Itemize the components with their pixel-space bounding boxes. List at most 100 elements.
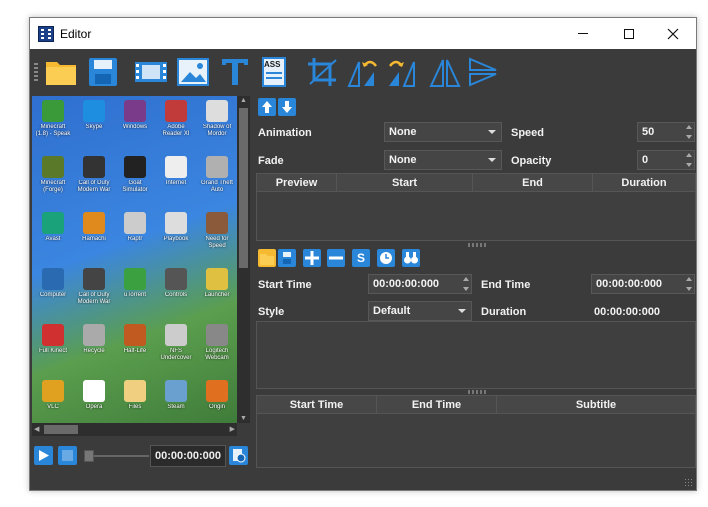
desktop-shortcut[interactable]: Skype <box>76 100 112 146</box>
shortcut-icon <box>206 324 228 346</box>
desktop-shortcut[interactable]: Goat Simulator <box>117 156 153 202</box>
seek-slider-handle[interactable] <box>84 450 94 462</box>
video-preview[interactable]: Minecraft (1.8) - Speak Skype Windows Adobe… <box>32 96 237 423</box>
desktop-shortcut[interactable]: Adobe Reader XI <box>158 100 194 146</box>
column-subtitle[interactable]: Subtitle <box>497 396 695 413</box>
toolbar-grip[interactable] <box>34 63 38 81</box>
preview-vertical-thumb[interactable] <box>239 108 248 268</box>
scroll-up-icon[interactable]: ▲ <box>240 97 247 104</box>
seek-slider[interactable] <box>94 455 149 457</box>
play-button[interactable] <box>34 446 53 465</box>
ass-subtitle-icon[interactable]: ASS <box>260 56 290 88</box>
desktop-shortcut[interactable]: Internet <box>158 156 194 202</box>
desktop-shortcut[interactable]: Opera <box>76 380 112 423</box>
speed-spinbox[interactable]: 50 <box>637 122 695 142</box>
shortcut-label: Steam <box>167 404 185 410</box>
scroll-left-icon[interactable]: ◀ <box>34 425 39 433</box>
desktop-shortcut[interactable]: Computer <box>35 268 71 314</box>
column-start-time[interactable]: Start Time <box>257 396 377 413</box>
film-icon[interactable] <box>134 56 168 88</box>
desktop-shortcut[interactable]: uTorrent <box>117 268 153 314</box>
find-subtitle-button[interactable] <box>402 249 420 267</box>
desktop-shortcut[interactable]: Call of Duty Modern War <box>76 268 112 314</box>
splitter-handle[interactable] <box>468 390 486 394</box>
close-button[interactable] <box>650 18 696 49</box>
desktop-shortcut[interactable]: Grand Theft Auto <box>199 156 235 202</box>
column-duration[interactable]: Duration <box>593 174 695 191</box>
crop-icon[interactable] <box>306 56 340 88</box>
flip-horizontal-icon[interactable] <box>428 56 462 88</box>
desktop-shortcut[interactable]: Hamachi <box>76 212 112 258</box>
spin-down-icon[interactable] <box>686 287 692 291</box>
flip-vertical-icon[interactable] <box>466 56 500 88</box>
desktop-shortcut[interactable]: Half-Life <box>117 324 153 370</box>
start-time-input[interactable]: 00:00:00:000 <box>368 274 472 294</box>
scroll-down-icon[interactable]: ▼ <box>240 415 247 422</box>
fade-select[interactable]: None <box>384 150 502 170</box>
spin-down-icon[interactable] <box>686 163 692 167</box>
preview-vertical-scrollbar[interactable]: ▲ ▼ <box>237 96 250 423</box>
desktop-shortcut[interactable]: Recycle <box>76 324 112 370</box>
desktop-shortcut[interactable]: Origin <box>199 380 235 423</box>
spin-down-icon[interactable] <box>463 287 469 291</box>
preview-horizontal-thumb[interactable] <box>44 425 78 434</box>
save-icon[interactable] <box>86 56 120 88</box>
shortcut-label: Skype <box>85 124 103 130</box>
desktop-shortcut[interactable]: Avast <box>35 212 71 258</box>
spin-up-icon[interactable] <box>686 277 692 281</box>
desktop-shortcut[interactable]: Windows <box>117 100 153 146</box>
timestamp-button[interactable] <box>229 446 248 465</box>
sync-time-button[interactable] <box>377 249 395 267</box>
spin-up-icon[interactable] <box>686 125 692 129</box>
spin-up-icon[interactable] <box>686 153 692 157</box>
desktop-shortcut[interactable]: Full Kinect <box>35 324 71 370</box>
desktop-shortcut[interactable]: Controls <box>158 268 194 314</box>
stop-button[interactable] <box>58 446 77 465</box>
column-preview[interactable]: Preview <box>257 174 337 191</box>
desktop-shortcut[interactable]: Call of Duty Modern War <box>76 156 112 202</box>
rotate-left-icon[interactable] <box>346 56 380 88</box>
desktop-shortcut[interactable]: Need for Speed <box>199 212 235 258</box>
desktop-shortcut[interactable]: Steam <box>158 380 194 423</box>
desktop-shortcut[interactable]: Launcher <box>199 268 235 314</box>
spin-up-icon[interactable] <box>463 277 469 281</box>
end-time-input[interactable]: 00:00:00:000 <box>591 274 695 294</box>
desktop-shortcut[interactable]: Files <box>117 380 153 423</box>
image-icon[interactable] <box>176 56 210 88</box>
text-icon[interactable] <box>218 56 252 88</box>
remove-subtitle-button[interactable] <box>327 249 345 267</box>
desktop-shortcut[interactable]: Minecraft (1.8) - Speak <box>35 100 71 146</box>
column-end[interactable]: End <box>473 174 593 191</box>
desktop-shortcut[interactable]: Raptr <box>117 212 153 258</box>
desktop-shortcut[interactable]: Playbook <box>158 212 194 258</box>
subtitle-text-area[interactable] <box>256 321 696 389</box>
maximize-button[interactable] <box>606 18 652 49</box>
add-subtitle-button[interactable] <box>303 249 321 267</box>
preview-horizontal-scrollbar[interactable]: ◀ ▶ <box>32 423 237 436</box>
rotate-right-icon[interactable] <box>386 56 420 88</box>
desktop-shortcut[interactable]: Minecraft (Forge) <box>35 156 71 202</box>
move-up-button[interactable] <box>258 98 276 116</box>
column-start[interactable]: Start <box>337 174 473 191</box>
folder-open-icon[interactable] <box>44 56 78 88</box>
subtitle-grid[interactable]: Start Time End Time Subtitle <box>256 395 696 468</box>
animation-select[interactable]: None <box>384 122 502 142</box>
subtitle-style-button[interactable]: S <box>352 249 370 267</box>
save-subtitle-button[interactable] <box>278 249 296 267</box>
desktop-shortcut[interactable]: Logitech Webcam <box>199 324 235 370</box>
spin-down-icon[interactable] <box>686 135 692 139</box>
style-select[interactable]: Default <box>368 301 472 321</box>
splitter-handle[interactable] <box>468 243 486 247</box>
resize-grip[interactable] <box>684 478 694 488</box>
shortcut-icon <box>165 324 187 346</box>
opacity-spinbox[interactable]: 0 <box>637 150 695 170</box>
desktop-shortcut[interactable]: VLC <box>35 380 71 423</box>
desktop-shortcut[interactable]: Shadow of Mordor <box>199 100 235 146</box>
move-down-button[interactable] <box>278 98 296 116</box>
desktop-shortcut[interactable]: NFS Undercover <box>158 324 194 370</box>
animation-grid[interactable]: Preview Start End Duration <box>256 173 696 241</box>
column-end-time[interactable]: End Time <box>377 396 497 413</box>
minimize-button[interactable] <box>560 18 606 49</box>
open-subtitle-button[interactable] <box>258 249 276 267</box>
scroll-right-icon[interactable]: ▶ <box>230 425 235 433</box>
